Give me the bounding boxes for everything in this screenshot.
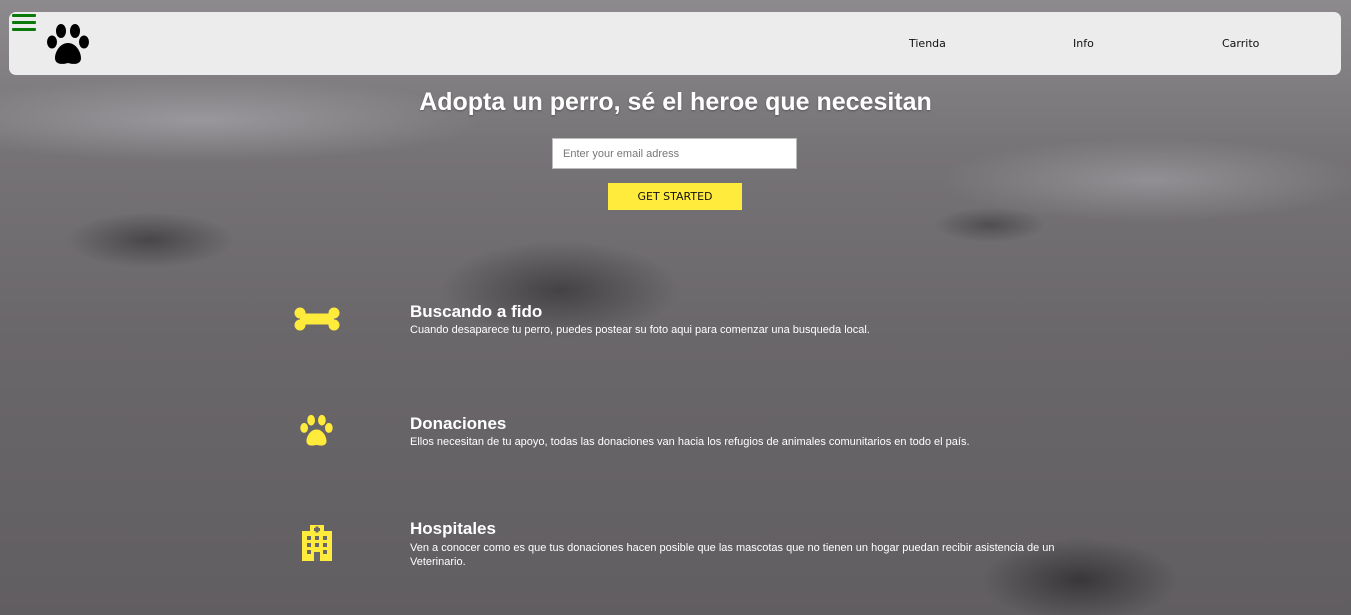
feature-desc-donaciones: Ellos necesitan de tu apoyo, todas las d… <box>410 436 970 448</box>
paw-logo-icon[interactable] <box>44 20 92 68</box>
hospital-icon <box>302 525 332 565</box>
feature-title-donaciones: Donaciones <box>410 414 507 433</box>
paw-icon <box>298 414 335 452</box>
nav-link-tienda[interactable]: Tienda <box>909 37 946 50</box>
get-started-button[interactable]: GET STARTED <box>608 183 742 210</box>
feature-title-hospitales: Hospitales <box>410 519 496 538</box>
feature-title-buscando: Buscando a fido <box>410 302 543 321</box>
nav-link-info[interactable]: Info <box>1073 37 1094 50</box>
email-input[interactable] <box>552 138 797 169</box>
feature-desc-hospitales: Ven a conocer como es que tus donaciones… <box>410 542 1055 568</box>
feature-desc-buscando: Cuando desaparece tu perro, puedes poste… <box>410 324 870 336</box>
hamburger-menu-icon[interactable] <box>12 14 36 34</box>
top-navbar: Tienda Info Carrito <box>9 12 1341 75</box>
nav-link-carrito[interactable]: Carrito <box>1222 37 1259 50</box>
hero-title: Adopta un perro, sé el heroe que necesit… <box>419 88 932 116</box>
bone-icon <box>294 307 340 335</box>
